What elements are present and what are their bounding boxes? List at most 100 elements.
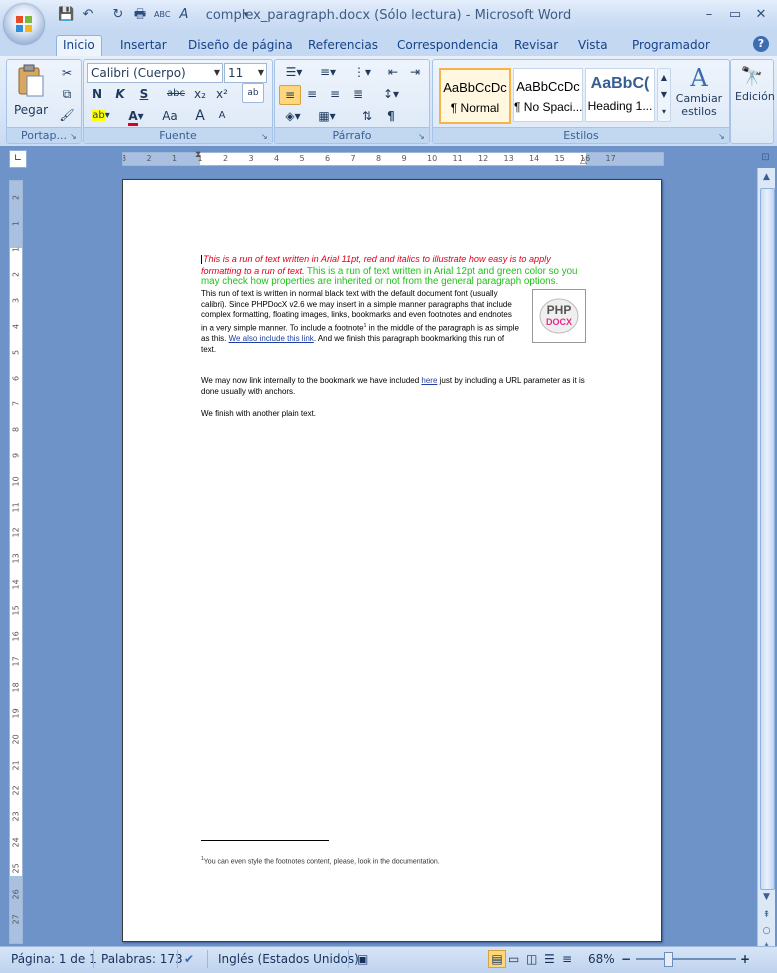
- decrease-indent-icon[interactable]: ⇤: [383, 63, 403, 81]
- vertical-scrollbar[interactable]: ▲ ▼ ⇞ ○ ⇟: [757, 168, 775, 952]
- numbering-icon[interactable]: ≡▾: [313, 63, 343, 81]
- hyperlink-internal[interactable]: here: [421, 376, 437, 385]
- ruler-number: 26: [11, 888, 21, 900]
- style-normal[interactable]: AaBbCcDc ¶ Normal: [439, 68, 511, 124]
- show-marks-button[interactable]: ¶: [381, 107, 401, 125]
- office-button[interactable]: [4, 4, 44, 44]
- web-layout-view-icon[interactable]: ◫: [526, 952, 537, 966]
- ruler-number: 3: [11, 298, 21, 304]
- format-painter-icon[interactable]: 🖌: [57, 106, 77, 124]
- right-indent-icon[interactable]: △: [580, 156, 587, 166]
- language-indicator[interactable]: Inglés (Estados Unidos): [218, 952, 359, 966]
- tab-insertar[interactable]: Insertar: [114, 36, 173, 56]
- underline-button[interactable]: S: [134, 85, 154, 103]
- zoom-slider-thumb[interactable]: [664, 952, 673, 967]
- tab-inicio[interactable]: Inicio: [56, 35, 102, 57]
- multilevel-list-icon[interactable]: ⋮▾: [347, 63, 377, 81]
- align-center-icon[interactable]: ≡: [302, 85, 322, 103]
- browse-object-icon[interactable]: ○: [759, 924, 774, 939]
- grow-font-button[interactable]: A: [190, 107, 210, 125]
- change-styles-button[interactable]: A Cambiar estilos: [673, 64, 725, 124]
- footnote[interactable]: 1You can even style the footnotes conten…: [201, 856, 440, 865]
- paragraph-launcher-icon[interactable]: ↘: [418, 132, 427, 141]
- bold-button[interactable]: N: [87, 85, 107, 103]
- draft-view-icon[interactable]: ≡: [562, 952, 572, 966]
- zoom-in-button[interactable]: +: [740, 952, 750, 966]
- print-layout-view-icon[interactable]: ▤: [488, 950, 506, 968]
- proofing-icon[interactable]: ✔: [184, 952, 194, 966]
- clipboard-launcher-icon[interactable]: ↘: [70, 132, 79, 141]
- font-size-select[interactable]: 11 ▼: [224, 63, 267, 83]
- scroll-up-icon[interactable]: ▲: [759, 170, 774, 185]
- italic-button[interactable]: K: [110, 85, 130, 103]
- view-ruler-icon[interactable]: ⊡: [757, 150, 774, 166]
- font-color-icon[interactable]: A▾: [122, 107, 150, 126]
- tab-correspondencia[interactable]: Correspondencia: [391, 36, 504, 56]
- subscript-button[interactable]: x₂: [190, 85, 210, 103]
- tab-revisar[interactable]: Revisar: [508, 36, 564, 56]
- bullets-icon[interactable]: ☰▾: [279, 63, 309, 81]
- word-count[interactable]: Palabras: 173: [101, 952, 183, 966]
- tab-diseno-pagina[interactable]: Diseño de página: [182, 36, 299, 56]
- ruler-number: 10: [11, 476, 21, 487]
- ruler-number: 27: [11, 914, 21, 925]
- vertical-ruler[interactable]: 2 1 1 2 3 4 5 6 7 8 9 10 11 12 13 14 15 16 17 18 19 20 21 22 23 2…: [9, 180, 23, 944]
- change-case-button[interactable]: Aa: [156, 107, 184, 125]
- justify-icon[interactable]: ≣: [348, 85, 368, 103]
- tab-programador[interactable]: Programador: [626, 36, 716, 56]
- highlight-icon[interactable]: ab▾: [87, 107, 115, 125]
- increase-indent-icon[interactable]: ⇥: [405, 63, 425, 81]
- phpdocx-logo[interactable]: PHP DOCX: [532, 289, 586, 343]
- ruler-number: 11: [11, 501, 21, 513]
- superscript-button[interactable]: x²: [212, 85, 232, 103]
- font-group-label: Fuente: [84, 127, 272, 143]
- close-button[interactable]: ✕: [750, 6, 772, 24]
- copy-icon[interactable]: ⧉: [57, 85, 77, 103]
- clear-format-icon[interactable]: ab: [242, 83, 264, 103]
- sort-icon[interactable]: ⇅: [357, 107, 377, 125]
- paragraph-3[interactable]: We finish with another plain text.: [201, 409, 586, 420]
- zoom-slider[interactable]: [636, 958, 736, 960]
- scroll-down-icon[interactable]: ▼: [759, 890, 774, 905]
- shrink-font-button[interactable]: A: [212, 107, 232, 125]
- zoom-out-button[interactable]: −: [621, 952, 631, 966]
- line-spacing-icon[interactable]: ↕▾: [377, 85, 405, 103]
- paragraph-1-body[interactable]: This run of text is written in normal bl…: [201, 289, 519, 355]
- align-right-icon[interactable]: ≡: [325, 85, 345, 103]
- ruler-number: 14: [529, 154, 540, 163]
- shading-icon[interactable]: ◈▾: [279, 107, 307, 125]
- styles-scroll-icon[interactable]: ▲ ▼ ▾: [657, 68, 671, 122]
- paragraph-1[interactable]: This is a run of text written in Arial 1…: [201, 254, 586, 288]
- paragraph-2[interactable]: We may now link internally to the bookma…: [201, 376, 586, 397]
- cut-icon[interactable]: ✂: [57, 64, 77, 82]
- paste-button[interactable]: Pegar: [13, 64, 49, 120]
- outline-view-icon[interactable]: ☰: [544, 952, 555, 966]
- scroll-thumb[interactable]: [760, 188, 775, 890]
- editing-button[interactable]: 🔭 Edición: [735, 64, 775, 120]
- style-heading-1[interactable]: AaBbC( Heading 1...: [585, 68, 655, 122]
- style-sample: AaBbCcDc: [516, 79, 580, 94]
- previous-page-icon[interactable]: ⇞: [759, 908, 774, 923]
- hyperlink-external[interactable]: We also include this link: [229, 334, 314, 343]
- borders-icon[interactable]: ▦▾: [313, 107, 341, 125]
- maximize-button[interactable]: ▭: [724, 6, 746, 24]
- minimize-button[interactable]: –: [698, 6, 720, 24]
- page-count[interactable]: Página: 1 de 1: [11, 952, 97, 966]
- full-screen-view-icon[interactable]: ▭: [508, 952, 519, 966]
- tab-vista[interactable]: Vista: [572, 36, 614, 56]
- binoculars-icon: 🔭: [740, 66, 764, 87]
- tab-selector-icon[interactable]: ∟: [9, 150, 27, 168]
- align-left-icon[interactable]: ≡: [279, 85, 301, 105]
- indent-marker-icon[interactable]: ⧗: [195, 150, 201, 160]
- style-no-spacing[interactable]: AaBbCcDc ¶ No Spaci...: [513, 68, 583, 122]
- document-page[interactable]: This is a run of text written in Arial 1…: [122, 179, 662, 942]
- font-launcher-icon[interactable]: ↘: [261, 132, 270, 141]
- strikethrough-button[interactable]: abc: [166, 85, 186, 103]
- text-cursor: [201, 255, 202, 264]
- zoom-level[interactable]: 68%: [588, 952, 615, 966]
- help-icon[interactable]: ?: [753, 36, 769, 52]
- font-name-select[interactable]: Calibri (Cuerpo) ▼: [87, 63, 223, 83]
- tab-referencias[interactable]: Referencias: [302, 36, 384, 56]
- styles-launcher-icon[interactable]: ↘: [718, 132, 727, 141]
- macro-record-icon[interactable]: ▣: [357, 952, 368, 966]
